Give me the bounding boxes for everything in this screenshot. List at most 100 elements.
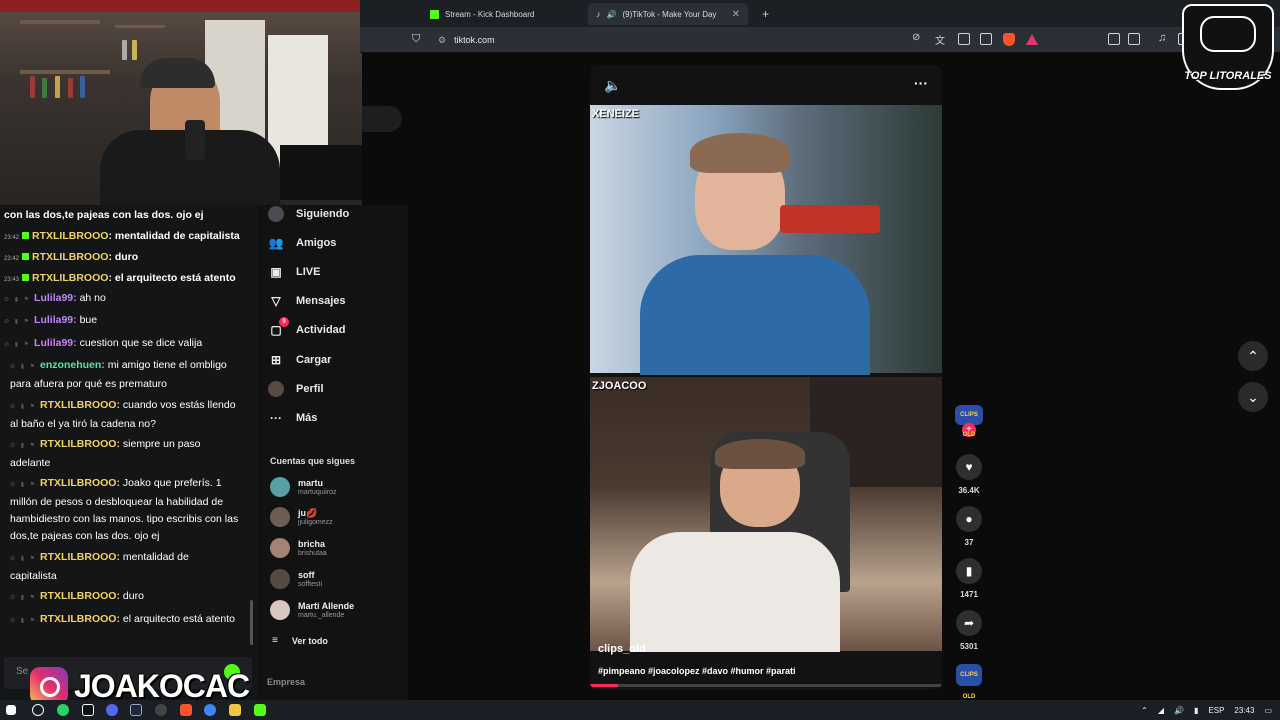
close-icon[interactable]: ✕ [732, 9, 740, 20]
video-author[interactable]: clips_old [598, 643, 646, 655]
username[interactable]: RTXLILBROOO [32, 251, 108, 263]
clock[interactable]: 23:43 [1234, 706, 1254, 715]
nav-live[interactable]: ▣ LIVE [268, 264, 320, 280]
following-account[interactable]: bricha brishutaa [270, 538, 327, 558]
chrome-icon[interactable] [204, 704, 216, 716]
mod-actions-icon[interactable]: ⊘ ▮ ⚑ [10, 618, 37, 624]
mod-actions-icon[interactable]: ⊘ ▮ ⚑ [10, 404, 37, 410]
hide-icon[interactable]: ⊘ [912, 32, 924, 44]
mic-icon[interactable]: ▮ [1194, 706, 1198, 715]
tiktok-icon[interactable] [82, 704, 94, 716]
bookmark-icon[interactable]: ▮ [956, 558, 982, 584]
username[interactable]: RTXLILBROOO: [40, 551, 120, 563]
steam-icon[interactable] [130, 704, 142, 716]
volume-icon[interactable]: 🔊 [1174, 706, 1184, 715]
language-indicator[interactable]: ESP [1208, 706, 1224, 715]
timestamp: 23:42 [4, 235, 20, 241]
video-progress-bar[interactable] [590, 684, 942, 687]
username[interactable]: Lulila99: [34, 337, 77, 349]
nav-siguiendo[interactable]: Siguiendo [268, 206, 349, 222]
volume-icon[interactable]: 🔈 [604, 77, 621, 94]
chat-message: ⊘ ▮ ⚑ RTXLILBROOO: siempre un paso adelan… [10, 436, 238, 472]
mod-actions-icon[interactable]: ⊘ ▮ ⚑ [4, 342, 31, 348]
whatsapp-icon[interactable] [57, 704, 69, 716]
site-settings-icon[interactable]: ⚙ [438, 35, 446, 46]
bookmark-icon[interactable]: ⛉ [412, 33, 420, 46]
account-name: bricha [298, 538, 326, 549]
mod-actions-icon[interactable]: ⊘ ▮ ⚑ [4, 319, 31, 325]
kick-icon[interactable] [254, 704, 266, 716]
following-account[interactable]: martu martuquiiroz [270, 477, 337, 497]
search-icon[interactable] [32, 704, 44, 716]
username[interactable]: Lulila99: [34, 292, 77, 304]
mod-actions-icon[interactable]: ⊘ ▮ ⚑ [10, 364, 37, 370]
like-action[interactable]: ♥ 36.4K [955, 454, 983, 495]
mod-actions-icon[interactable]: ⊘ ▮ ⚑ [10, 556, 37, 562]
nav-actividad[interactable]: ▢ 9 Actividad [268, 317, 346, 338]
chat-scrollbar[interactable] [250, 600, 253, 645]
video-player[interactable]: 🔈 ··· XENEIZE ZJOACOO clips_old #pimpean… [590, 65, 942, 690]
footer-link[interactable]: Empresa [267, 677, 305, 687]
network-icon[interactable]: ◢ [1158, 706, 1164, 715]
username[interactable]: RTXLILBROOO: [40, 438, 120, 450]
nav-cargar[interactable]: ⊞ Cargar [268, 352, 332, 368]
account-handle: brishutaa [298, 549, 327, 557]
username[interactable]: RTXLILBROOO: [40, 399, 120, 411]
rewards-icon[interactable] [1026, 34, 1038, 45]
share-action[interactable]: ➦ 5301 [955, 610, 983, 651]
extensions-icon[interactable] [1108, 33, 1120, 45]
username[interactable]: RTXLILBROOO: [40, 613, 120, 625]
share-icon[interactable] [980, 33, 992, 45]
username[interactable]: RTXLILBROOO [32, 230, 108, 242]
see-all-link[interactable]: ≡ Ver todo [272, 635, 328, 646]
translate-icon[interactable]: 文 [935, 32, 947, 47]
share-icon[interactable]: ➦ [956, 610, 982, 636]
nav-amigos[interactable]: 👥 Amigos [268, 235, 337, 251]
username[interactable]: Lulila99: [34, 314, 77, 326]
username[interactable]: RTXLILBROOO: [40, 590, 120, 602]
tab-kick-dashboard[interactable]: Stream - Kick Dashboard [422, 3, 582, 25]
heart-icon[interactable]: ♥ [956, 454, 982, 480]
account-handle: sofftesti [298, 580, 322, 588]
mod-actions-icon[interactable]: ⊘ ▮ ⚑ [4, 297, 31, 303]
comment-action[interactable]: ● 37 [955, 506, 983, 547]
more-options-icon[interactable]: ··· [914, 75, 928, 91]
new-tab-button[interactable]: + [754, 3, 777, 25]
chevron-up-icon[interactable]: ⌃ [1141, 706, 1148, 715]
nav-mensajes[interactable]: ▽ Mensajes [268, 293, 345, 309]
windows-start-icon[interactable] [6, 705, 16, 715]
username[interactable]: RTXLILBROOO [32, 272, 108, 284]
notifications-icon[interactable]: ▭ [1264, 706, 1272, 715]
video-hashtags[interactable]: #pimpeano #joacolopez #davo #humor #para… [598, 666, 796, 676]
folder-icon[interactable] [229, 704, 241, 716]
username[interactable]: enzonehuen: [40, 359, 105, 371]
nav-mas[interactable]: ··· Más [268, 410, 317, 426]
creator-avatar[interactable]: CLIPS OLD + [955, 405, 983, 438]
sound-disc[interactable]: CLIPS OLD [955, 664, 983, 700]
mod-actions-icon[interactable]: ⊘ ▮ ⚑ [10, 482, 37, 488]
sidebar-toggle-icon[interactable] [1128, 33, 1140, 45]
kick-badge-icon [22, 274, 30, 281]
kick-badge-icon [22, 253, 30, 260]
next-video-button[interactable]: ⌄ [1238, 382, 1268, 412]
mod-actions-icon[interactable]: ⊘ ▮ ⚑ [10, 443, 37, 449]
discord-icon[interactable] [106, 704, 118, 716]
nav-perfil[interactable]: Perfil [268, 381, 324, 397]
username[interactable]: RTXLILBROOO: [40, 477, 120, 489]
previous-video-button[interactable]: ⌃ [1238, 341, 1268, 371]
tab-tiktok[interactable]: ♪ 🔊 (9)TikTok - Make Your Day ✕ [588, 3, 748, 25]
save-action[interactable]: ▮ 1471 [955, 558, 983, 599]
url-field[interactable]: ⚙ tiktok.com [432, 31, 962, 49]
following-account[interactable]: Marti Allende martu._allende [270, 600, 354, 620]
comment-icon[interactable]: ● [956, 506, 982, 532]
edit-icon[interactable] [958, 33, 970, 45]
search-bar[interactable] [362, 106, 402, 132]
brave-shield-icon[interactable] [1003, 33, 1015, 46]
media-icon[interactable]: ♫ [1158, 32, 1166, 44]
chat-line: con las dos,te pajeas con las dos. ojo e… [4, 209, 204, 221]
mod-actions-icon[interactable]: ⊘ ▮ ⚑ [10, 595, 37, 601]
following-account[interactable]: ju💋 jjuligomezz [270, 507, 333, 527]
brave-icon[interactable] [180, 704, 192, 716]
following-account[interactable]: soff sofftesti [270, 569, 322, 589]
obs-icon[interactable] [155, 704, 167, 716]
